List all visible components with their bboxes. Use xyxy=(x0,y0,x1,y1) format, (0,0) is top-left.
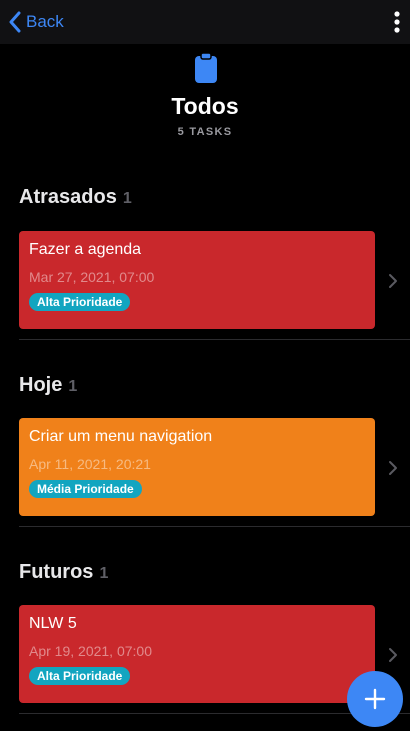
clipboard-icon xyxy=(194,52,218,84)
task-row[interactable]: Criar um menu navigation Apr 11, 2021, 2… xyxy=(0,418,410,518)
task-card[interactable]: NLW 5 Apr 19, 2021, 07:00 Alta Prioridad… xyxy=(19,605,375,703)
section-count: 1 xyxy=(122,190,132,207)
task-card[interactable]: Criar um menu navigation Apr 11, 2021, 2… xyxy=(19,418,375,516)
section-count: 1 xyxy=(99,565,109,582)
divider xyxy=(19,526,410,527)
back-label: Back xyxy=(26,12,64,31)
task-row[interactable]: Fazer a agenda Mar 27, 2021, 07:00 Alta … xyxy=(0,231,410,331)
chevron-right-icon xyxy=(388,647,398,663)
section-title: Futuros xyxy=(19,561,94,583)
priority-badge: Média Prioridade xyxy=(29,480,142,498)
chevron-right-icon xyxy=(388,273,398,289)
section-header-hoje: Hoje 1 xyxy=(19,374,77,397)
more-vertical-icon xyxy=(394,11,400,33)
section-count: 1 xyxy=(68,378,78,395)
page-title: Todos xyxy=(171,93,239,119)
task-title: NLW 5 xyxy=(29,615,77,632)
more-options-button[interactable] xyxy=(390,10,404,36)
section-header-atrasados: Atrasados 1 xyxy=(19,186,132,209)
section-header-futuros: Futuros 1 xyxy=(19,561,108,584)
task-count: 5 TASKS xyxy=(177,126,233,138)
priority-badge: Alta Prioridade xyxy=(29,667,131,685)
navigation-bar: Back xyxy=(0,0,410,44)
divider xyxy=(19,339,410,340)
task-title: Fazer a agenda xyxy=(29,241,142,258)
chevron-right-icon xyxy=(388,460,398,476)
chevron-left-icon xyxy=(8,11,22,33)
task-card[interactable]: Fazer a agenda Mar 27, 2021, 07:00 Alta … xyxy=(19,231,375,329)
add-task-button[interactable] xyxy=(347,671,403,727)
back-button[interactable]: Back xyxy=(8,10,64,34)
priority-badge: Alta Prioridade xyxy=(29,293,131,311)
section-title: Hoje xyxy=(19,374,63,396)
task-date: Apr 11, 2021, 20:21 xyxy=(29,456,151,472)
task-title: Criar um menu navigation xyxy=(29,428,213,445)
section-title: Atrasados xyxy=(19,186,117,208)
task-date: Mar 27, 2021, 07:00 xyxy=(29,269,155,285)
task-date: Apr 19, 2021, 07:00 xyxy=(29,643,152,659)
plus-icon xyxy=(364,688,386,710)
